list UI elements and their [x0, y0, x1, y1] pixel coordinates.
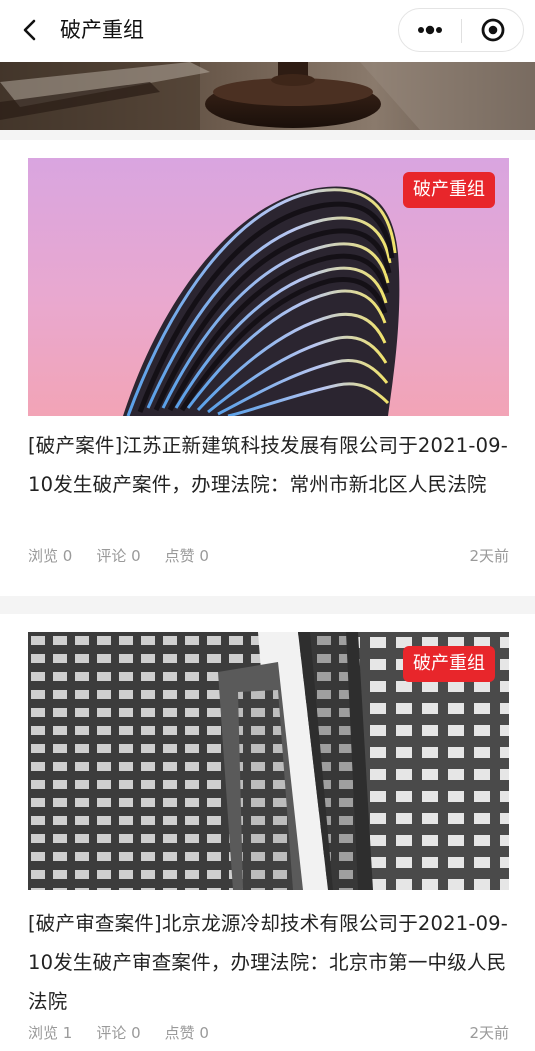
article-image-building[interactable]: 破产重组 — [28, 158, 509, 416]
view-count: 浏览 1 — [28, 1024, 73, 1042]
mini-program-capsule — [398, 8, 524, 52]
post-time: 2天前 — [469, 1024, 509, 1042]
back-icon[interactable] — [14, 14, 46, 46]
like-count: 点赞 0 — [164, 547, 209, 565]
nav-bar: 破产重组 — [0, 0, 535, 62]
more-icon[interactable] — [399, 9, 461, 51]
article-meta: 浏览 0 评论 0 点赞 0 2天前 — [28, 545, 509, 567]
close-target-icon[interactable] — [462, 9, 524, 51]
comment-count: 评论 0 — [96, 547, 141, 565]
article-image-skyscrapers[interactable]: 破产重组 — [28, 632, 509, 890]
banner-image[interactable] — [0, 62, 535, 130]
category-tag: 破产重组 — [403, 172, 495, 208]
article-card[interactable]: 破产重组 [破产案件]江苏正新建筑科技发展有限公司于2021-09-10发生破产… — [0, 140, 535, 596]
article-meta: 浏览 1 评论 0 点赞 0 2天前 — [28, 1022, 509, 1044]
article-card[interactable]: 破产重组 [破产审查案件]北京龙源冷却技术有限公司于2021-09-10发生破产… — [0, 614, 535, 1051]
like-count: 点赞 0 — [164, 1024, 209, 1042]
article-title[interactable]: [破产案件]江苏正新建筑科技发展有限公司于2021-09-10发生破产案件，办理… — [28, 426, 509, 504]
view-count: 浏览 0 — [28, 547, 73, 565]
page-title: 破产重组 — [60, 18, 144, 42]
comment-count: 评论 0 — [96, 1024, 141, 1042]
post-time: 2天前 — [469, 547, 509, 565]
category-tag: 破产重组 — [403, 646, 495, 682]
article-title[interactable]: [破产审查案件]北京龙源冷却技术有限公司于2021-09-10发生破产审查案件，… — [28, 904, 509, 1021]
